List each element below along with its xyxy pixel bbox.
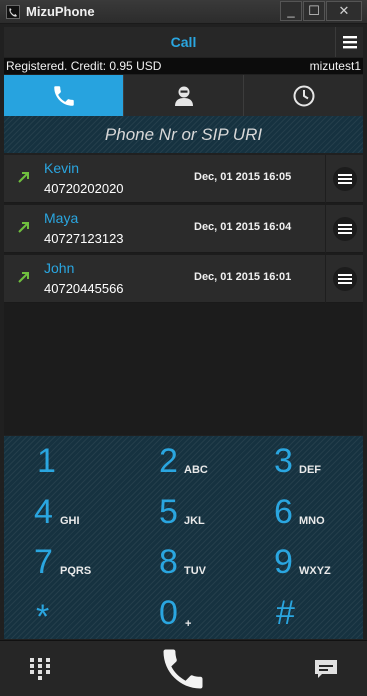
header-menu-button[interactable]	[335, 27, 363, 57]
key-7[interactable]: 7 PQRS	[4, 537, 123, 587]
call-button[interactable]	[153, 641, 213, 696]
outgoing-call-icon	[18, 172, 29, 183]
call-number: 40720202020	[44, 181, 124, 196]
dial-field-container	[4, 116, 363, 153]
key-0[interactable]: 0 +	[124, 588, 243, 638]
contact-icon	[174, 86, 193, 106]
menu-icon	[337, 224, 352, 234]
key-star[interactable]: *	[4, 588, 123, 638]
status-bar: Registered. Credit: 0.95 USD mizutest1	[4, 58, 363, 74]
key-1[interactable]: 1	[4, 436, 123, 486]
call-row-menu-button[interactable]	[325, 255, 363, 303]
menu-icon	[337, 174, 352, 184]
call-row[interactable]: Kevin 40720202020 Dec, 01 2015 16:05	[4, 155, 363, 203]
page-title: Call	[170, 34, 197, 50]
call-number: 40720445566	[44, 281, 124, 296]
window-title: MizuPhone	[26, 4, 95, 19]
clock-icon	[293, 85, 314, 106]
call-contact-name: Kevin	[44, 160, 80, 176]
maximize-button[interactable]: ☐	[303, 1, 325, 21]
message-button[interactable]	[306, 641, 346, 696]
keypad-icon	[30, 658, 50, 680]
call-contact-name: John	[44, 260, 75, 276]
key-2[interactable]: 2 ABC	[124, 436, 243, 486]
call-row[interactable]: John 40720445566 Dec, 01 2015 16:01	[4, 255, 363, 303]
keypad-toggle-button[interactable]	[20, 641, 60, 696]
app-phone-icon	[6, 5, 20, 19]
call-timestamp: Dec, 01 2015 16:05	[194, 171, 292, 183]
dial-input[interactable]	[4, 116, 363, 153]
hamburger-icon	[343, 36, 357, 49]
message-icon	[315, 660, 337, 678]
bottom-bar	[0, 640, 367, 696]
call-timestamp: Dec, 01 2015 16:04	[194, 221, 292, 233]
tab-contacts[interactable]	[124, 75, 244, 116]
username: mizutest1	[309, 59, 361, 73]
call-phone-icon	[163, 649, 203, 689]
close-button[interactable]: ✕	[326, 1, 362, 21]
phone-icon	[53, 85, 74, 106]
call-history-list: Kevin 40720202020 Dec, 01 2015 16:05 May…	[4, 155, 363, 435]
key-8[interactable]: 8 TUV	[124, 537, 243, 587]
key-5[interactable]: 5 JKL	[124, 487, 243, 537]
title-bar: MizuPhone _ ☐ ✕	[0, 0, 367, 24]
key-6[interactable]: 6 MNO	[244, 487, 363, 537]
dial-pad: 1 2 ABC 3 DEF 4 GHI 5 JKL 6 MNO 7 PQRS 8 TUV 9W…	[4, 436, 363, 639]
tab-bar	[4, 75, 363, 116]
minimize-button[interactable]: _	[280, 1, 302, 21]
tab-dialer[interactable]	[4, 75, 124, 116]
key-4[interactable]: 4 GHI	[4, 487, 123, 537]
call-timestamp: Dec, 01 2015 16:01	[194, 271, 292, 283]
key-9[interactable]: 9 WXYZ	[244, 537, 363, 587]
key-hash[interactable]: #	[244, 588, 363, 638]
registration-status: Registered. Credit: 0.95 USD	[6, 59, 162, 73]
outgoing-call-icon	[18, 222, 29, 233]
call-row[interactable]: Maya 40727123123 Dec, 01 2015 16:04	[4, 205, 363, 253]
outgoing-call-icon	[18, 272, 29, 283]
menu-icon	[337, 274, 352, 284]
call-row-menu-button[interactable]	[325, 155, 363, 203]
call-row-menu-button[interactable]	[325, 205, 363, 253]
call-number: 40727123123	[44, 231, 124, 246]
call-contact-name: Maya	[44, 210, 79, 226]
key-3[interactable]: 3 DEF	[244, 436, 363, 486]
tab-history[interactable]	[244, 75, 363, 116]
page-header: Call	[4, 27, 363, 57]
